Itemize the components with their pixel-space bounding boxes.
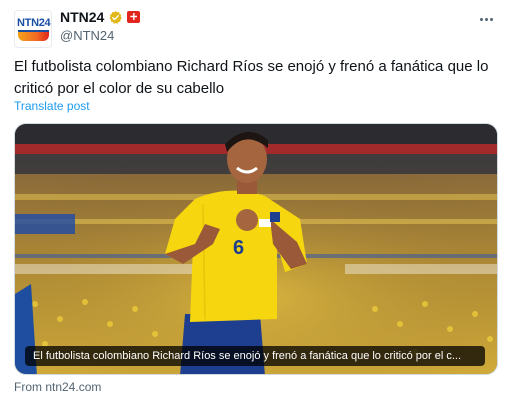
more-dot	[484, 17, 488, 21]
avatar[interactable]: NTN24	[14, 10, 52, 48]
card-source[interactable]: From ntn24.com	[14, 380, 101, 394]
author-handle[interactable]: @NTN24	[60, 28, 140, 43]
verified-badge-icon	[109, 10, 123, 24]
card-caption: El futbolista colombiano Richard Ríos se…	[25, 346, 485, 366]
translate-post-link[interactable]: Translate post	[14, 99, 90, 113]
post-header: NTN24 NTN24 @NTN24	[14, 6, 498, 48]
more-dot	[479, 17, 483, 21]
avatar-logo-text: NTN24	[17, 17, 51, 29]
author-names: NTN24 @NTN24	[60, 8, 141, 43]
display-name-row: NTN24	[60, 8, 141, 26]
post-text: El futbolista colombiano Richard Ríos se…	[14, 58, 489, 97]
link-card[interactable]: 6 El futbolista colombiano Richard Ríos …	[14, 123, 498, 375]
affiliation-badge-icon[interactable]	[127, 11, 141, 23]
display-name[interactable]: NTN24	[60, 9, 104, 25]
card-photo: 6	[15, 124, 497, 374]
more-options-icon[interactable]	[476, 12, 496, 26]
jersey-number: 6	[233, 237, 244, 259]
avatar-logo-bar	[18, 32, 49, 41]
more-dot	[489, 17, 493, 21]
post: NTN24 NTN24 @NTN24 El futbolista colombi…	[0, 0, 512, 400]
